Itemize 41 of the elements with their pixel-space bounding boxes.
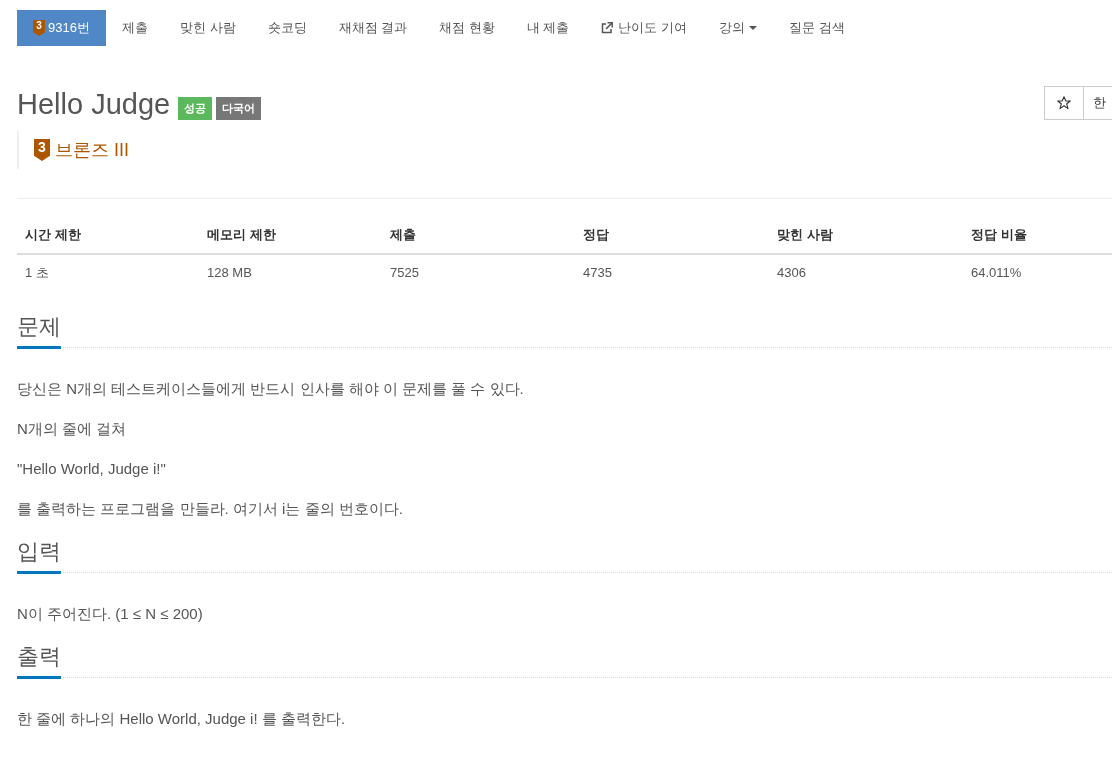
section-heading: 입력 <box>17 538 61 574</box>
table-header-cell: 정답 <box>575 217 769 255</box>
table-cell-text: 4735 <box>582 264 613 282</box>
tier-badge: 3 <box>33 20 45 36</box>
section-heading: 출력 <box>17 643 61 679</box>
language-button[interactable]: 한 <box>1084 86 1112 120</box>
tier-badge: 3 <box>34 139 50 161</box>
table-header-cell: 정답 비율 <box>963 217 1112 255</box>
nav-tab[interactable]: 난이도 기여 <box>585 10 704 46</box>
table-header-cell: 맞힌 사람 <box>769 217 963 255</box>
paragraph: "Hello World, Judge i!" <box>17 459 167 479</box>
nav-tab[interactable]: 재채점 결과 <box>322 10 424 46</box>
nav-tab[interactable]: 제출 <box>105 10 164 46</box>
table-cell-text: 64.011% <box>970 264 1023 282</box>
tier-name[interactable]: 브론즈 III <box>55 138 129 162</box>
status-label: 성공 <box>178 97 213 120</box>
caret-icon <box>749 26 758 30</box>
favorite-button[interactable] <box>1044 86 1084 120</box>
nav-tab[interactable]: 3 9316번 <box>17 10 106 46</box>
section-heading: 문제 <box>17 313 61 349</box>
nav-tab[interactable]: 강의 <box>703 10 774 46</box>
table-cell-text: 1 초 <box>24 264 50 282</box>
paragraph: 당신은 N개의 테스트케이스들에게 반드시 인사를 해야 이 문제를 풀 수 있다. <box>17 379 525 399</box>
table-header-cell: 제출 <box>382 217 575 255</box>
external-link-icon <box>601 22 614 34</box>
paragraph: 를 출력하는 프로그램을 만들라. 여기서 i는 줄의 번호이다. <box>17 499 404 519</box>
table-header-cell: 메모리 제한 <box>199 217 382 255</box>
nav-tab[interactable]: 맞힌 사람 <box>163 10 252 46</box>
table-cell-text: 7525 <box>389 264 420 282</box>
table-header-cell: 시간 제한 <box>17 217 199 255</box>
nav-tab[interactable]: 채점 현황 <box>423 10 511 46</box>
paragraph: N이 주어진다. (1 ≤ N ≤ 200) <box>17 604 204 624</box>
status-label: 다국어 <box>216 97 262 120</box>
paragraph: N개의 줄에 걸쳐 <box>17 419 128 439</box>
table-cell-text: 4306 <box>776 264 807 282</box>
problem-title: Hello Judge <box>17 87 171 122</box>
nav-tab[interactable]: 질문 검색 <box>773 10 861 46</box>
nav-tab[interactable]: 숏코딩 <box>251 10 323 46</box>
nav-tab[interactable]: 내 제출 <box>510 10 586 46</box>
table-cell-text: 128 MB <box>206 264 253 282</box>
paragraph: 한 줄에 하나의 Hello World, Judge i! 를 출력한다. <box>17 709 347 729</box>
